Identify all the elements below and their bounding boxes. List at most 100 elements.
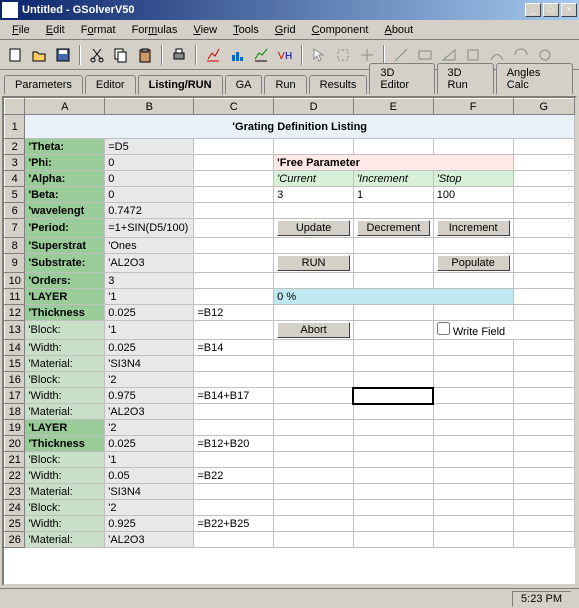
cell-E13[interactable] (353, 321, 433, 340)
row-header-17[interactable]: 17 (5, 388, 25, 404)
cell-C10[interactable] (194, 273, 274, 289)
cell-D10[interactable] (274, 273, 354, 289)
tab-listing-run[interactable]: Listing/RUN (138, 75, 223, 95)
cell-C13[interactable] (194, 321, 274, 340)
cell-D12[interactable] (274, 305, 354, 321)
chart3-icon[interactable] (250, 44, 272, 66)
cell-A19[interactable]: 'LAYER (25, 420, 105, 436)
cell-C19[interactable] (194, 420, 274, 436)
cell-G6[interactable] (513, 203, 574, 219)
cell-C25[interactable]: =B22+B25 (194, 516, 274, 532)
cell-A16[interactable]: 'Block: (25, 372, 105, 388)
cell-A15[interactable]: 'Material: (25, 356, 105, 372)
copy-icon[interactable] (110, 44, 132, 66)
cell-D6[interactable] (274, 203, 354, 219)
cell-C7[interactable] (194, 219, 274, 238)
maximize-button[interactable]: □ (543, 3, 559, 17)
row-header-20[interactable]: 20 (5, 436, 25, 452)
row-header-24[interactable]: 24 (5, 500, 25, 516)
cell-A12[interactable]: 'Thickness (25, 305, 105, 321)
cell-E22[interactable] (353, 468, 433, 484)
cell-F12[interactable] (433, 305, 513, 321)
row-header-21[interactable]: 21 (5, 452, 25, 468)
cell-B2[interactable]: =D5 (105, 139, 194, 155)
row-header-1[interactable]: 1 (5, 115, 25, 139)
cell-D24[interactable] (274, 500, 354, 516)
cell-B15[interactable]: 'SI3N4 (105, 356, 194, 372)
freeparam-stop-label[interactable]: 'Stop (433, 171, 513, 187)
cell-D14[interactable] (274, 340, 354, 356)
pointer-icon[interactable] (308, 44, 330, 66)
cell-A24[interactable]: 'Block: (25, 500, 105, 516)
cell-F23[interactable] (433, 484, 513, 500)
cell-F16[interactable] (433, 372, 513, 388)
col-header-C[interactable]: C (194, 99, 274, 115)
row-header-2[interactable]: 2 (5, 139, 25, 155)
cell-C14[interactable]: =B14 (194, 340, 274, 356)
cell-D25[interactable] (274, 516, 354, 532)
cell-C12[interactable]: =B12 (194, 305, 274, 321)
cell-A2[interactable]: 'Theta: (25, 139, 105, 155)
row-header-13[interactable]: 13 (5, 321, 25, 340)
cell-C22[interactable]: =B22 (194, 468, 274, 484)
menu-view[interactable]: View (185, 22, 225, 38)
cell-B23[interactable]: 'SI3N4 (105, 484, 194, 500)
cell-D20[interactable] (274, 436, 354, 452)
cell-A13[interactable]: 'Block: (25, 321, 105, 340)
cell-A23[interactable]: 'Material: (25, 484, 105, 500)
col-header-F[interactable]: F (433, 99, 513, 115)
cell-E24[interactable] (353, 500, 433, 516)
menu-component[interactable]: Component (304, 22, 377, 38)
menu-edit[interactable]: Edit (38, 22, 73, 38)
cell-E14[interactable] (353, 340, 433, 356)
vh-icon[interactable]: VH (274, 44, 296, 66)
cell-C24[interactable] (194, 500, 274, 516)
cell-C6[interactable] (194, 203, 274, 219)
cell-D8[interactable] (274, 238, 354, 254)
row-header-26[interactable]: 26 (5, 532, 25, 548)
cell-G24[interactable] (513, 500, 574, 516)
freeparam-increment-label[interactable]: 'Increment (353, 171, 433, 187)
tab-3d-editor[interactable]: 3D Editor (369, 63, 434, 94)
cell-A17[interactable]: 'Width: (25, 388, 105, 404)
cell-E21[interactable] (353, 452, 433, 468)
minimize-button[interactable]: _ (525, 3, 541, 17)
cell-B24[interactable]: '2 (105, 500, 194, 516)
cell-B12[interactable]: 0.025 (105, 305, 194, 321)
cell-G20[interactable] (513, 436, 574, 452)
cell-D17[interactable] (274, 388, 354, 404)
row-header-23[interactable]: 23 (5, 484, 25, 500)
cell-B3[interactable]: 0 (105, 155, 194, 171)
menu-file[interactable]: File (4, 22, 38, 38)
cell-E15[interactable] (353, 356, 433, 372)
cell-D2[interactable] (274, 139, 354, 155)
cell-B20[interactable]: 0.025 (105, 436, 194, 452)
cell-G8[interactable] (513, 238, 574, 254)
cell-D21[interactable] (274, 452, 354, 468)
cell-B9[interactable]: 'AL2O3 (105, 254, 194, 273)
cell-D23[interactable] (274, 484, 354, 500)
cell-B7[interactable]: =1+SIN(D5/100) (105, 219, 194, 238)
cell-A4[interactable]: 'Alpha: (25, 171, 105, 187)
col-header-A[interactable]: A (25, 99, 105, 115)
row-header-19[interactable]: 19 (5, 420, 25, 436)
cell-C3[interactable] (194, 155, 274, 171)
cell-F20[interactable] (433, 436, 513, 452)
menu-tools[interactable]: Tools (225, 22, 267, 38)
cell-A25[interactable]: 'Width: (25, 516, 105, 532)
cell-A18[interactable]: 'Material: (25, 404, 105, 420)
increment-button[interactable]: Increment (437, 220, 510, 236)
cell-F8[interactable] (433, 238, 513, 254)
cell-C9[interactable] (194, 254, 274, 273)
row-header-12[interactable]: 12 (5, 305, 25, 321)
cell-G25[interactable] (513, 516, 574, 532)
cell-F5[interactable]: 100 (433, 187, 513, 203)
cell-E26[interactable] (353, 532, 433, 548)
cell-G10[interactable] (513, 273, 574, 289)
cell-F24[interactable] (433, 500, 513, 516)
cell-F15[interactable] (433, 356, 513, 372)
menu-format[interactable]: Format (73, 22, 124, 38)
cell-B8[interactable]: 'Ones (105, 238, 194, 254)
row-header-4[interactable]: 4 (5, 171, 25, 187)
col-header-D[interactable]: D (274, 99, 354, 115)
